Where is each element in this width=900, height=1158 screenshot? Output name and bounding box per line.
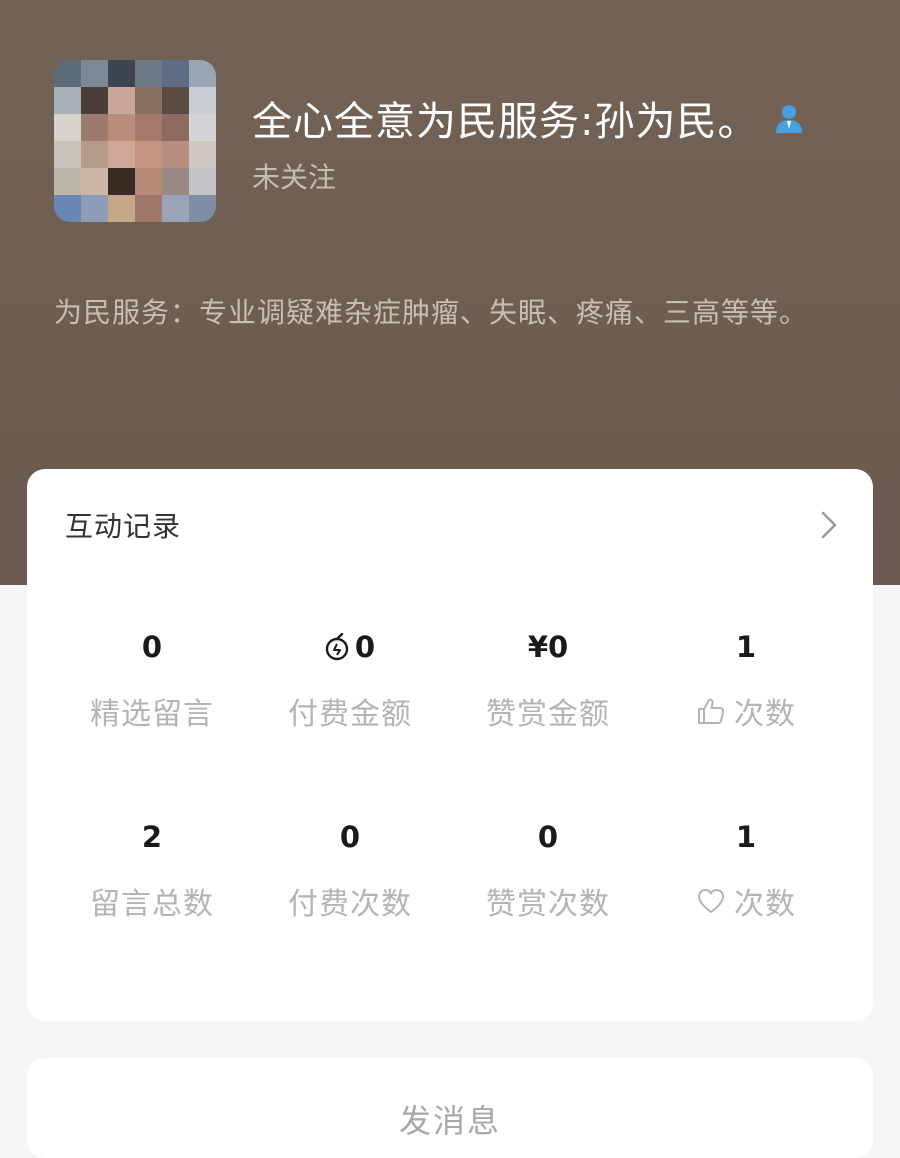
stat-value: ¥0 [527, 630, 569, 664]
stat-label: 赞赏金额 [486, 697, 610, 732]
stat-label: 付费次数 [288, 887, 412, 922]
stat-value: 1 [735, 820, 757, 854]
stat-label: 付费金额 [288, 697, 412, 732]
follow-status[interactable]: 未关注 [252, 156, 336, 196]
stat-value: 0 [537, 820, 559, 854]
thumbs-up-icon [698, 698, 725, 724]
chevron-right-icon[interactable] [819, 509, 839, 541]
profile-name: 全心全意为民服务:孙为民。 [252, 99, 759, 145]
stat-label: 精选留言 [90, 697, 214, 732]
stat-label: 赞赏次数 [486, 887, 610, 922]
stat-label: 次数 [734, 697, 796, 732]
stat-paid-amount[interactable]: 0 付费金额 [250, 627, 450, 733]
stat-value: 2 [141, 820, 163, 854]
interaction-card: 互动记录 0 精选留言 0 付费金额 ¥0 赞赏金额 1 次数 2 留言总数 0… [27, 469, 873, 1021]
coin-icon [325, 633, 349, 661]
stat-label: 留言总数 [90, 887, 214, 922]
send-message-card: 发消息 [27, 1058, 873, 1158]
send-message-button[interactable]: 发消息 [27, 1096, 873, 1142]
stat-featured-comments[interactable]: 0 精选留言 [52, 627, 252, 733]
heart-icon [698, 889, 724, 913]
stat-value: 0 [141, 630, 163, 664]
stat-reward-count[interactable]: 0 赞赏次数 [448, 817, 648, 923]
avatar[interactable] [54, 60, 216, 222]
profile-bio: 为民服务：专业调疑难杂症肿瘤、失眠、疼痛、三高等等。 [54, 296, 809, 329]
stat-value: 1 [735, 630, 757, 664]
stat-hearts[interactable]: 1 次数 [646, 817, 846, 923]
stat-value: 0 [339, 820, 361, 854]
person-badge-icon [770, 99, 808, 137]
stat-likes[interactable]: 1 次数 [646, 627, 846, 733]
stat-label: 次数 [734, 887, 796, 922]
interaction-title[interactable]: 互动记录 [65, 505, 181, 545]
stat-total-comments[interactable]: 2 留言总数 [52, 817, 252, 923]
stat-value: 0 [354, 630, 376, 664]
stat-reward-amount[interactable]: ¥0 赞赏金额 [448, 627, 648, 733]
stat-paid-count[interactable]: 0 付费次数 [250, 817, 450, 923]
